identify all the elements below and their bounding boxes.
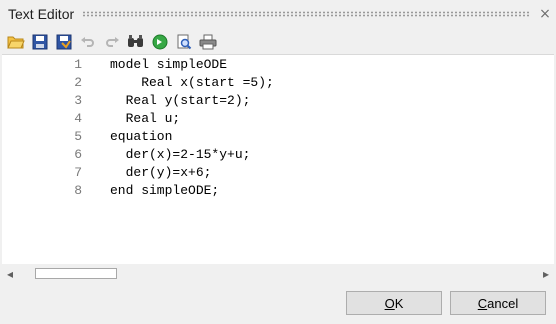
code-line[interactable]: 1 model simpleODE [2, 56, 554, 74]
print-preview-icon[interactable] [174, 32, 194, 52]
find-icon[interactable] [126, 32, 146, 52]
save-icon[interactable] [30, 32, 50, 52]
drag-grip[interactable] [82, 11, 530, 17]
code-line[interactable]: 3 Real y(start=2); [2, 92, 554, 110]
undo-icon[interactable] [78, 32, 98, 52]
text-editor-dialog: Text Editor × 1 model simpleODE 2 Real x… [0, 0, 556, 324]
code-line[interactable]: 8 end simpleODE; [2, 182, 554, 200]
goto-icon[interactable] [150, 32, 170, 52]
cancel-label-rest: ancel [487, 295, 519, 311]
code-line[interactable]: 4 Real u; [2, 110, 554, 128]
code-text[interactable]: equation [110, 128, 172, 146]
line-number: 5 [74, 129, 82, 144]
code-text[interactable]: end simpleODE; [110, 182, 219, 200]
ok-button[interactable]: OK [346, 291, 442, 315]
dialog-title: Text Editor [8, 6, 75, 22]
code-text[interactable]: der(y)=x+6; [110, 164, 212, 182]
line-number: 4 [74, 111, 82, 126]
code-line[interactable]: 6 der(x)=2-15*y+u; [2, 146, 554, 164]
ok-label-rest: K [394, 295, 404, 311]
code-text[interactable]: Real x(start =5); [110, 74, 274, 92]
toolbar [6, 31, 218, 53]
line-number: 7 [74, 165, 82, 180]
save-all-icon[interactable] [54, 32, 74, 52]
line-number: 6 [74, 147, 82, 162]
dialog-footer: OK Cancel [0, 288, 556, 324]
code-line[interactable]: 5 equation [2, 128, 554, 146]
horizontal-scrollbar[interactable]: ◂ ▸ [2, 264, 554, 284]
scrollbar-thumb[interactable] [35, 268, 117, 279]
line-number: 2 [74, 75, 82, 90]
cancel-button[interactable]: Cancel [450, 291, 546, 315]
ok-mnemonic: O [384, 295, 395, 311]
title-bar[interactable]: Text Editor × [0, 0, 556, 28]
close-icon[interactable]: × [538, 7, 552, 21]
code-text[interactable]: Real y(start=2); [110, 92, 251, 110]
line-number: 3 [74, 93, 82, 108]
code-line[interactable]: 2 Real x(start =5); [2, 74, 554, 92]
print-icon[interactable] [198, 32, 218, 52]
redo-icon[interactable] [102, 32, 122, 52]
code-editor[interactable]: 1 model simpleODE 2 Real x(start =5); 3 Rea… [2, 54, 554, 265]
open-folder-icon[interactable] [6, 32, 26, 52]
code-text[interactable]: Real u; [110, 110, 181, 128]
code-line[interactable]: 7 der(y)=x+6; [2, 164, 554, 182]
scroll-left-icon[interactable]: ◂ [2, 264, 18, 284]
scroll-right-icon[interactable]: ▸ [538, 264, 554, 284]
code-text[interactable]: der(x)=2-15*y+u; [110, 146, 251, 164]
cancel-mnemonic: C [477, 295, 488, 311]
line-number: 8 [74, 183, 82, 198]
line-number: 1 [74, 57, 82, 72]
code-text[interactable]: model simpleODE [110, 56, 227, 74]
